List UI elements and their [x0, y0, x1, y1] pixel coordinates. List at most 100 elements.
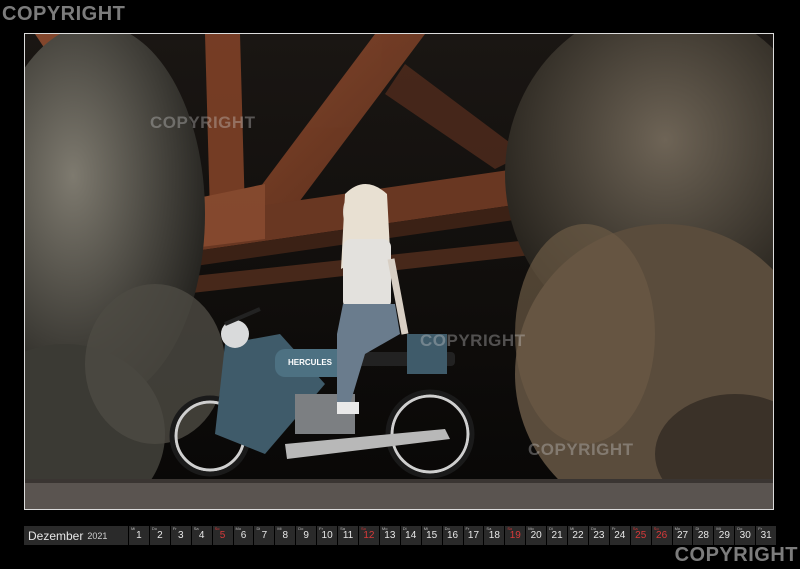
calendar-day-number: 23	[593, 530, 605, 541]
calendar-day-number: 5	[219, 530, 226, 541]
calendar-day: Di 28	[693, 526, 714, 545]
calendar-weekday: Mo	[235, 526, 242, 531]
calendar-day-number: 14	[405, 530, 417, 541]
watermark-bottom-right: COPYRIGHT	[674, 544, 798, 566]
calendar-day: Mo 27	[672, 526, 693, 545]
calendar-weekday: Mi	[277, 526, 282, 531]
calendar-weekday: So	[653, 526, 659, 531]
calendar-day-number: 28	[697, 530, 709, 541]
calendar-day: Mo 13	[379, 526, 400, 545]
calendar-day-number: 6	[240, 530, 247, 541]
calendar-day: Mi 1	[129, 526, 149, 545]
calendar-day: Sa 25	[630, 526, 651, 545]
calendar-day: Mo 20	[526, 526, 547, 545]
calendar-day-number: 20	[530, 530, 542, 541]
photo-illustration: HERCULES	[25, 34, 773, 509]
calendar-weekday: Di	[549, 526, 553, 531]
calendar-day-number: 16	[446, 530, 459, 541]
calendar-day: So 12	[358, 526, 379, 545]
calendar-day-number: 22	[572, 530, 584, 541]
calendar-day-number: 10	[321, 530, 333, 541]
calendar-day: Do 23	[588, 526, 609, 545]
calendar-weekday: Mi	[423, 526, 428, 531]
calendar-day-number: 11	[342, 530, 354, 541]
calendar-weekday: Fr	[758, 526, 762, 531]
calendar-photo: HERCULES	[24, 33, 774, 510]
calendar-weekday: Fr	[319, 526, 323, 531]
watermark-top-left: COPYRIGHT	[2, 3, 126, 25]
calendar-day: Do 16	[442, 526, 463, 545]
calendar-day: So 5	[212, 526, 233, 545]
calendar-weekday: Sa	[632, 526, 638, 531]
month-label: Dezember 2021	[24, 526, 128, 545]
calendar-day-number: 29	[718, 530, 730, 541]
calendar-weekday: So	[360, 526, 366, 531]
calendar-weekday: So	[507, 526, 513, 531]
calendar-day: So 19	[505, 526, 526, 545]
calendar-weekday: Mi	[131, 526, 136, 531]
calendar-weekday: Fr	[172, 526, 177, 531]
calendar-day: Sa 18	[484, 526, 505, 545]
calendar-day: Do 2	[149, 526, 170, 545]
month-year: 2021	[87, 530, 108, 541]
calendar-day-number: 9	[303, 530, 309, 541]
calendar-weekday: Mo	[528, 526, 534, 531]
calendar-day-number: 26	[656, 530, 668, 541]
calendar-day: Di 7	[254, 526, 275, 545]
calendar-day-number: 2	[157, 530, 163, 541]
calendar-day: Fr 24	[609, 526, 630, 545]
calendar-weekday: So	[214, 526, 220, 531]
calendar-day: Fr 10	[317, 526, 338, 545]
calendar-day: Sa 4	[191, 526, 212, 545]
calendar-weekday: Di	[256, 526, 261, 531]
calendar-day-number: 27	[676, 530, 689, 541]
calendar-strip: Dezember 2021 Mi 1 Do 2 Fr 3 Sa 4 So 5 Mo 6 Di 7 Mi 8 Do…	[24, 526, 777, 545]
calendar-weekday: Di	[402, 526, 407, 531]
calendar-day: Mi 22	[568, 526, 588, 545]
calendar-weekday: Do	[151, 526, 158, 531]
calendar-day-number: 1	[136, 530, 142, 541]
calendar-day: Fr 17	[463, 526, 484, 545]
calendar-day-number: 4	[198, 530, 205, 541]
calendar-weekday: Sa	[193, 526, 199, 531]
calendar-day-number: 18	[488, 530, 500, 541]
calendar-weekday: Mo	[674, 526, 681, 531]
calendar-day: Fr 31	[756, 526, 777, 545]
calendar-day-number: 17	[467, 530, 480, 541]
calendar-day: Mi 15	[421, 526, 442, 545]
calendar-day-number: 21	[551, 530, 563, 541]
month-name: Dezember	[28, 528, 84, 543]
calendar-weekday: Sa	[340, 526, 345, 531]
calendar-day-number: 12	[363, 530, 375, 541]
calendar-weekday: Do	[590, 526, 597, 531]
calendar-weekday: Fr	[465, 526, 470, 531]
calendar-day-number: 30	[739, 530, 751, 541]
calendar-day-number: 24	[614, 530, 626, 541]
calendar-day: Do 30	[735, 526, 756, 545]
calendar-day: Mi 8	[275, 526, 296, 545]
calendar-weekday: Do	[444, 526, 450, 531]
calendar-day: Di 21	[547, 526, 568, 545]
calendar-day-number: 15	[426, 530, 438, 541]
calendar-weekday: Mo	[381, 526, 388, 531]
calendar-day-number: 8	[282, 530, 289, 541]
calendar-day-number: 25	[635, 530, 647, 541]
calendar-day: So 26	[651, 526, 672, 545]
calendar-weekday: Do	[298, 526, 304, 531]
calendar-day-number: 31	[760, 530, 772, 541]
calendar-day: Di 14	[400, 526, 421, 545]
calendar-day: Do 9	[296, 526, 317, 545]
calendar-weekday: Sa	[486, 526, 492, 531]
calendar-day-number: 7	[261, 530, 268, 541]
calendar-weekday: Do	[737, 526, 743, 531]
calendar-day: Mo 6	[233, 526, 254, 545]
calendar-day: Mi 29	[714, 526, 735, 545]
calendar-day: Fr 3	[170, 526, 191, 545]
right-foliage	[505, 34, 773, 509]
calendar-weekday: Di	[695, 526, 700, 531]
calendar-weekday: Mi	[570, 526, 575, 531]
calendar-weekday: Fr	[611, 526, 616, 531]
calendar-day-number: 13	[384, 530, 396, 541]
calendar-day: Sa 11	[338, 526, 358, 545]
calendar-day-number: 3	[177, 530, 184, 541]
